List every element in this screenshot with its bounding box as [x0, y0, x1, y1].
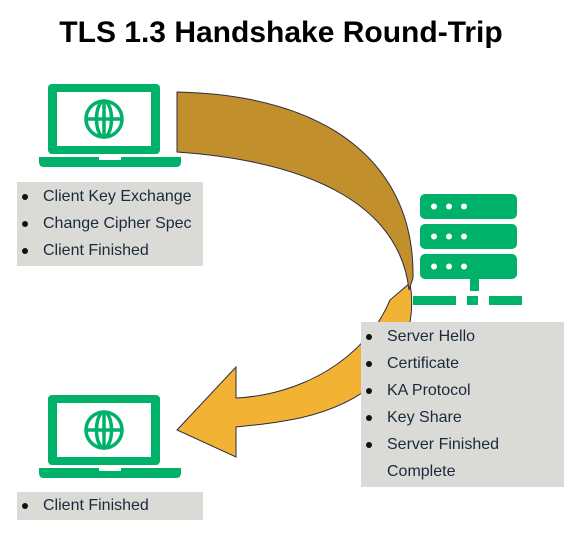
list-item: Server Finished: [361, 431, 564, 458]
message-label: Server Finished: [387, 436, 500, 453]
list-item: Client Key Exchange: [17, 183, 203, 210]
laptop-globe-icon: [39, 395, 181, 478]
message-label: Client Key Exchange: [43, 188, 192, 205]
list-item: Complete: [361, 458, 564, 485]
message-label: KA Protocol: [387, 382, 471, 399]
list-item: Server Hello: [361, 323, 564, 350]
message-label: Change Cipher Spec: [43, 215, 192, 232]
bullet-icon: [22, 248, 28, 254]
client-messages-box: Client Key Exchange Change Cipher Spec C…: [17, 182, 203, 266]
server-rack-icon: [413, 194, 522, 305]
message-label: Certificate: [387, 355, 460, 372]
list-item: Key Share: [361, 404, 564, 431]
list-item: Change Cipher Spec: [17, 210, 203, 237]
message-label: Server Hello: [387, 328, 476, 345]
list-item: Client Finished: [17, 492, 203, 519]
bullet-icon: [366, 388, 372, 394]
message-label: Client Finished: [43, 242, 149, 259]
message-label: Key Share: [387, 409, 462, 426]
bullet-icon: [366, 442, 372, 448]
laptop-globe-icon: [39, 84, 181, 167]
server-messages-list: Server Hello Certificate KA Protocol Key…: [361, 323, 564, 485]
bullet-icon: [366, 415, 372, 421]
client-messages-list: Client Key Exchange Change Cipher Spec C…: [17, 183, 203, 264]
client-laptop-top: [39, 84, 181, 167]
server-messages-box: Server Hello Certificate KA Protocol Key…: [361, 322, 564, 487]
list-item: KA Protocol: [361, 377, 564, 404]
bullet-icon: [22, 194, 28, 200]
message-label: Client Finished: [43, 497, 149, 514]
outgoing-arrow: [176, 91, 414, 291]
client-laptop-bottom: [39, 395, 181, 478]
final-messages-list: Client Finished: [17, 492, 203, 519]
bullet-icon: [22, 221, 28, 227]
bullet-icon: [366, 361, 372, 367]
bullet-icon: [366, 334, 372, 340]
final-messages-box: Client Finished: [17, 492, 203, 520]
list-item: Certificate: [361, 350, 564, 377]
list-item: Client Finished: [17, 237, 203, 264]
server-node: [413, 194, 522, 305]
message-label: Complete: [387, 463, 456, 480]
bullet-icon: [22, 503, 28, 509]
